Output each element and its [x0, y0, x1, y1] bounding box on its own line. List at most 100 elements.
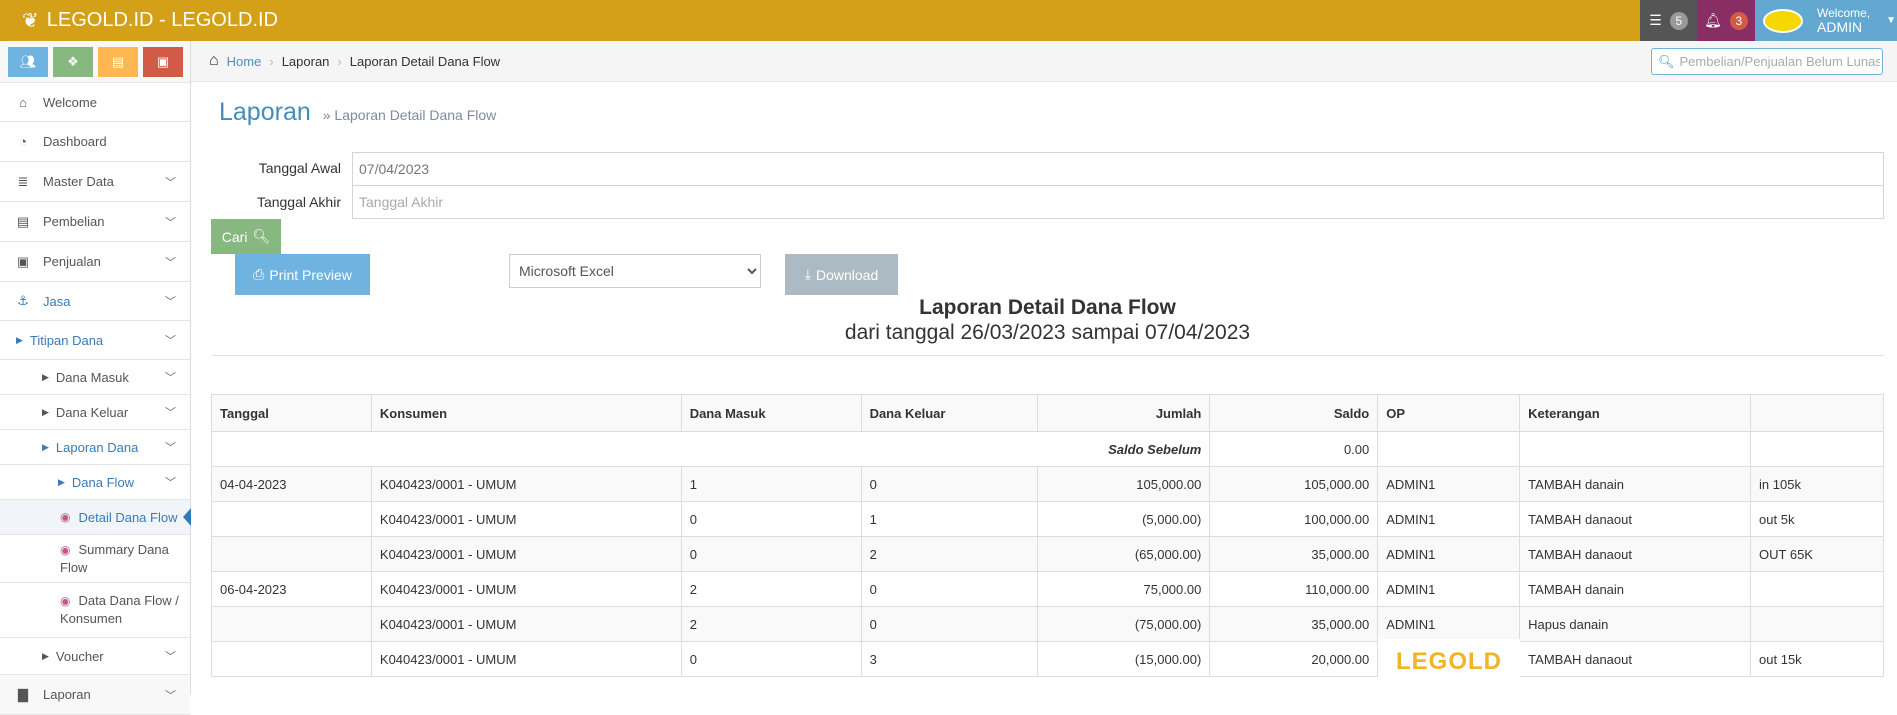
legold-watermark-logo: LEGOLD	[1378, 639, 1520, 685]
cell-dana-keluar: 3	[860, 641, 1039, 677]
table-row: 06-04-2023 K040423/0001 - UMUM 2 0 75,000.00…	[211, 571, 1884, 607]
cell-catatan: OUT 65K	[1750, 536, 1884, 572]
cell-dana-masuk: 1	[680, 466, 862, 502]
sidebar-item-master-data[interactable]: ≣ Master Data ﹀	[0, 162, 190, 202]
header-op: OP	[1377, 394, 1521, 432]
caret-right-icon: ▶	[42, 441, 49, 452]
header-saldo: Saldo	[1209, 394, 1379, 432]
cell-tanggal: 04-04-2023	[211, 466, 372, 502]
sidebar-item-penjualan[interactable]: ▣ Penjualan ﹀	[0, 242, 190, 282]
tasks-badge: 5	[1669, 11, 1688, 30]
cell-saldo: 20,000.00	[1209, 641, 1379, 677]
cubes-shortcut-button[interactable]: ❖	[53, 47, 93, 77]
cell-tanggal: 06-04-2023	[211, 571, 372, 607]
cell-keterangan: TAMBAH danain	[1519, 466, 1752, 502]
header-dana-masuk: Dana Masuk	[680, 394, 862, 432]
header-jumlah: Jumlah	[1037, 394, 1211, 432]
cell-jumlah: 105,000.00	[1037, 466, 1211, 502]
sidebar-item-jasa[interactable]: ⚓︎ Jasa ﹀	[0, 282, 190, 321]
cell-keterangan: TAMBAH danain	[1519, 571, 1752, 607]
cell-dana-masuk: 0	[680, 501, 862, 537]
sidebar-item-summary-dana-flow[interactable]: ◉ Summary Dana Flow	[0, 535, 190, 583]
cell-tanggal	[211, 606, 372, 642]
cell-dana-masuk: 2	[680, 571, 862, 607]
sidebar-item-laporan-dana[interactable]: ▶ Laporan Dana ﹀	[0, 430, 190, 465]
header-konsumen: Konsumen	[370, 394, 682, 432]
eye-icon: ◉	[60, 510, 71, 524]
sidebar-item-data-dana-flow-konsumen[interactable]: ◉ Data Dana Flow / Konsumen	[0, 583, 190, 638]
chevron-down-icon: ﹀	[165, 216, 176, 229]
cell-keterangan: TAMBAH danaout	[1519, 501, 1752, 537]
cell-catatan: out 5k	[1750, 501, 1884, 537]
cell-saldo: 100,000.00	[1209, 501, 1379, 537]
cell-tanggal	[211, 501, 372, 537]
money-icon: ▣	[16, 253, 30, 269]
breadcrumb: ⌂ Home › Laporan › Laporan Detail Dana F…	[191, 41, 1897, 82]
dana-flow-table: Tanggal Konsumen Dana Masuk Dana Keluar Juml…	[210, 394, 1884, 677]
report-subtitle: dari tanggal 26/03/2023 sampai 07/04/202…	[844, 321, 1251, 344]
download-button[interactable]: ⤓ Download	[785, 254, 898, 295]
sidebar-item-detail-dana-flow[interactable]: ◉ Detail Dana Flow	[0, 500, 191, 535]
end-date-input[interactable]	[352, 185, 1884, 219]
brand[interactable]: ❦ LEGOLD.ID - LEGOLD.ID	[22, 8, 278, 33]
cell-op: ADMIN1	[1377, 571, 1521, 607]
chevron-down-icon: ﹀	[165, 651, 176, 663]
sidebar-item-titipan-dana[interactable]: ▶ Titipan Dana ﹀	[0, 321, 190, 360]
cell-jumlah: (75,000.00)	[1037, 606, 1211, 642]
eye-icon: ◉	[60, 594, 71, 608]
end-date-label: Tanggal Akhir	[256, 194, 341, 210]
sidebar-item-voucher[interactable]: ▶ Voucher ﹀	[0, 638, 190, 675]
sidebar-item-dana-keluar[interactable]: ▶ Dana Keluar ﹀	[0, 395, 190, 430]
page-title: Laporan	[219, 98, 311, 126]
tasks-button[interactable]: ☰ 5	[1640, 0, 1697, 41]
cell-dana-masuk: 2	[680, 606, 862, 642]
cell-keterangan: TAMBAH danaout	[1519, 641, 1752, 677]
bell-icon: 🔔︎	[1704, 12, 1722, 28]
sidebar-item-pembelian[interactable]: ▤ Pembelian ﹀	[0, 202, 190, 242]
leaf-icon: ❦	[22, 10, 39, 32]
header-catatan	[1750, 394, 1884, 432]
sidebar-item-laporan[interactable]: ▇ Laporan ﹀	[0, 675, 190, 715]
opening-balance-label: Saldo Sebelum	[210, 431, 1211, 467]
download-icon: ⤓	[804, 266, 811, 282]
search-input[interactable]	[1679, 54, 1880, 69]
table-row: K040423/0001 - UMUM 0 1 (5,000.00) 100,000.0…	[211, 501, 1884, 537]
search-button[interactable]: Cari 🔍︎	[211, 219, 281, 254]
opening-balance-row: Saldo Sebelum 0.00	[210, 431, 1884, 467]
caret-down-icon: ▼	[1886, 15, 1897, 26]
cell-keterangan: Hapus danain	[1519, 606, 1752, 642]
caret-right-icon: ▶	[58, 476, 65, 487]
basket-icon: ▤	[16, 213, 30, 229]
export-format-select[interactable]: Microsoft Excel	[509, 254, 761, 288]
cell-dana-masuk: 0	[680, 641, 862, 677]
breadcrumb-home[interactable]: Home	[227, 54, 262, 69]
home-icon: ⌂	[209, 52, 219, 69]
chevron-down-icon: ﹀	[165, 256, 176, 269]
active-indicator	[183, 508, 191, 526]
cell-catatan	[1750, 571, 1884, 607]
basket-shortcut-button[interactable]: ▤	[98, 47, 138, 77]
cell-jumlah: (15,000.00)	[1037, 641, 1211, 677]
print-preview-button[interactable]: ⎙ Print Preview	[235, 254, 370, 295]
tasks-icon: ☰	[1649, 12, 1662, 28]
header-tanggal: Tanggal	[211, 394, 372, 432]
sidebar-item-welcome[interactable]: ⌂ Welcome	[0, 82, 190, 122]
report-title: Laporan Detail Dana Flow	[919, 296, 1176, 319]
breadcrumb-laporan[interactable]: Laporan	[282, 54, 330, 69]
users-shortcut-button[interactable]: 👥︎	[8, 47, 48, 77]
sidebar-item-dana-flow[interactable]: ▶ Dana Flow ﹀	[0, 465, 190, 500]
cell-tanggal	[211, 641, 372, 677]
cell-jumlah: (5,000.00)	[1037, 501, 1211, 537]
eye-icon: ◉	[60, 542, 71, 557]
user-menu[interactable]: Welcome, ADMIN ▼	[1755, 0, 1897, 41]
breadcrumb-current: Laporan Detail Dana Flow	[349, 53, 501, 69]
start-date-input[interactable]	[352, 152, 1884, 186]
cell-catatan: in 105k	[1750, 466, 1884, 502]
money-shortcut-button[interactable]: ▣	[143, 47, 183, 77]
sidebar-item-dana-masuk[interactable]: ▶ Dana Masuk ﹀	[0, 360, 190, 395]
notifications-button[interactable]: 🔔︎ 3	[1697, 0, 1755, 41]
avatar	[1763, 8, 1803, 33]
print-icon: ⎙	[253, 266, 265, 282]
sidebar-item-dashboard[interactable]: ◔ Dashboard	[0, 122, 190, 162]
cell-dana-keluar: 0	[860, 606, 1039, 642]
